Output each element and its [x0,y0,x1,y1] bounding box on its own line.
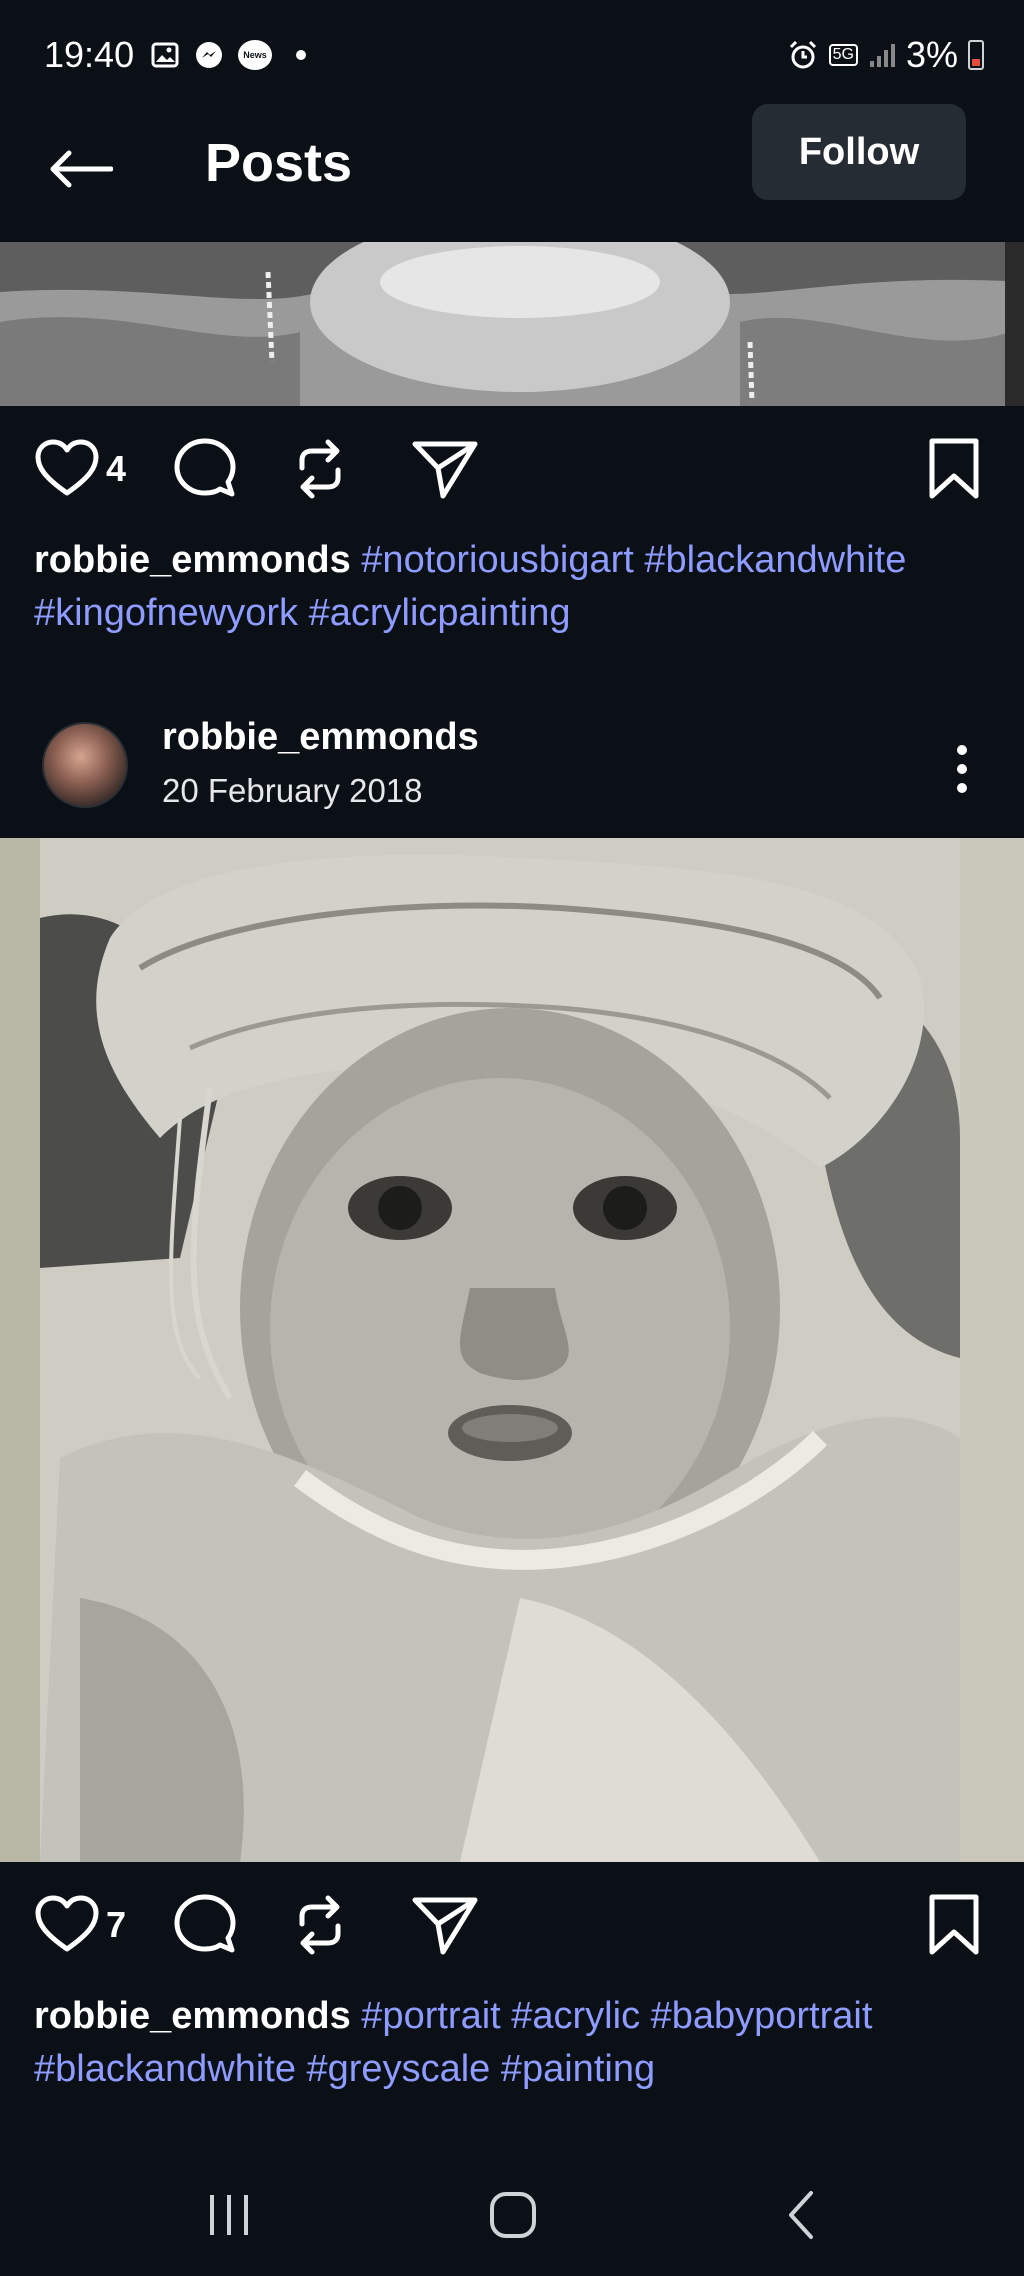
system-nav-bar [0,2150,1024,2276]
page-title: Posts [205,133,353,193]
app-bar: Posts Follow [0,104,1024,242]
painting-portrait-crop [0,242,1024,406]
comment-icon [174,438,236,497]
dot-icon [296,50,306,60]
heart-icon [35,1895,99,1952]
more-vertical-icon [957,745,967,793]
back-nav-button[interactable] [756,2180,846,2250]
back-button[interactable] [40,134,120,204]
bookmark-icon [929,438,979,499]
arrow-left-icon [50,150,113,188]
share-button[interactable] [410,434,480,504]
like-count: 4 [106,448,127,489]
like-button[interactable]: 4 [34,434,126,504]
notification-icons: News [150,40,316,70]
status-time: 19:40 [44,34,135,75]
post-image[interactable] [0,242,1024,406]
post-actions: 4 [0,420,1024,520]
comment-button[interactable] [172,1890,238,1960]
news-icon: News [238,40,272,70]
status-right: 5G 3% [787,34,984,76]
post-author[interactable]: robbie_emmonds [162,716,479,759]
post-caption: robbie_emmonds #portrait #acrylic #babyp… [34,1990,994,2096]
home-icon [490,2192,536,2238]
home-button[interactable] [468,2180,558,2250]
heart-icon [35,439,99,496]
repost-icon [299,1895,341,1955]
share-button[interactable] [410,1890,480,1960]
messenger-icon [196,42,222,68]
post-actions: 7 [0,1876,1024,1976]
post-image[interactable] [0,838,1024,1862]
repost-icon [299,439,341,499]
alarm-icon [789,40,816,69]
network-badge: 5G [828,44,858,66]
send-icon [412,441,478,499]
save-button[interactable] [924,434,984,504]
status-bar: 19:40 News 5G 3% [0,0,1024,104]
repost-button[interactable] [290,1890,350,1960]
gallery-icon [151,42,179,68]
chevron-left-icon [789,2191,813,2239]
like-count: 7 [106,1904,127,1945]
repost-button[interactable] [290,434,350,504]
post-caption: robbie_emmonds #notoriousbigart #blackan… [34,534,994,640]
battery-icon [968,40,984,70]
bookmark-icon [929,1894,979,1955]
save-button[interactable] [924,1890,984,1960]
recent-apps-button[interactable] [184,2180,274,2250]
signal-icon [869,44,895,67]
posts-screen: 19:40 News 5G 3% Posts Follow 4 robbie_e… [0,0,1024,2276]
post-header: robbie_emmonds 20 February 2018 [0,700,1024,830]
send-icon [412,1897,478,1955]
comment-icon [174,1894,236,1953]
recent-apps-icon [210,2195,248,2235]
painting-baby-portrait [0,838,1024,1862]
battery-percent: 3% [905,34,958,75]
post-date: 20 February 2018 [162,772,423,809]
caption-username[interactable]: robbie_emmonds [34,539,351,581]
comment-button[interactable] [172,434,238,504]
caption-username[interactable]: robbie_emmonds [34,1995,351,2037]
more-options-button[interactable] [940,734,984,804]
like-button[interactable]: 7 [34,1890,126,1960]
follow-button[interactable]: Follow [752,104,966,200]
avatar[interactable] [42,722,128,808]
